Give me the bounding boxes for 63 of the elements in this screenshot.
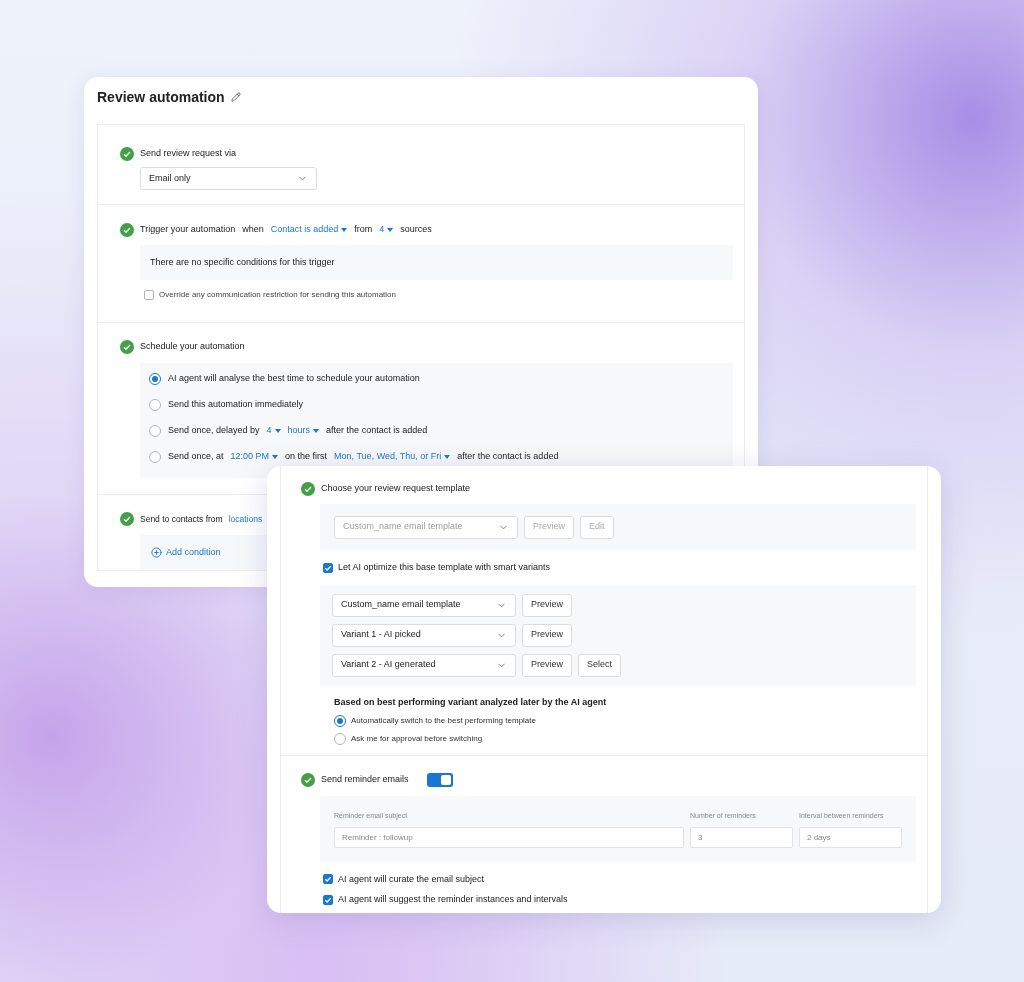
caret-icon bbox=[387, 228, 394, 232]
card-title: Review automation bbox=[97, 87, 225, 107]
radio-button[interactable] bbox=[149, 451, 161, 463]
checkbox-label: AI agent will suggest the reminder instances and intervals bbox=[338, 893, 568, 906]
radio-button[interactable] bbox=[149, 373, 161, 385]
step-title: Trigger your automation bbox=[140, 223, 236, 237]
trigger-note: There are no specific conditions for this trigger bbox=[150, 255, 335, 269]
checkbox[interactable] bbox=[144, 290, 154, 300]
caret-icon bbox=[272, 455, 279, 459]
option-text: Send this automation immediately bbox=[168, 398, 304, 412]
step-title: Schedule your automation bbox=[140, 340, 245, 354]
radio-button[interactable] bbox=[149, 399, 161, 411]
option-text: Automatically switch to the best performing template bbox=[351, 715, 536, 727]
plus-circle-icon bbox=[151, 547, 162, 558]
locations-link[interactable]: locations bbox=[228, 512, 263, 526]
select-dropdown[interactable]: Custom_name email template bbox=[332, 593, 516, 617]
input-field[interactable]: 3 bbox=[690, 826, 793, 848]
step-title: Send to contacts from bbox=[140, 512, 223, 526]
step-title: Send reminder emails bbox=[321, 773, 409, 787]
caret-icon bbox=[313, 429, 320, 433]
option-text: after the contact is added bbox=[326, 424, 428, 438]
inline-dropdown[interactable]: Contact is added bbox=[270, 223, 348, 237]
toggle-switch[interactable] bbox=[426, 773, 453, 787]
checkbox[interactable] bbox=[323, 562, 333, 573]
checkbox-label: AI agent will curate the email subject bbox=[338, 872, 485, 886]
step-title: when bbox=[242, 223, 264, 237]
action-button[interactable]: Preview bbox=[522, 653, 572, 677]
inline-dropdown[interactable]: Mon, Tue, Wed, Thu, or Fri bbox=[334, 450, 451, 464]
action-button[interactable]: Select bbox=[578, 653, 622, 677]
option-text: Send once, delayed by bbox=[168, 424, 260, 438]
select-dropdown[interactable]: Email only bbox=[140, 167, 317, 190]
section-subtitle: Based on best performing variant analyzed later by the AI agent bbox=[334, 695, 608, 709]
caret-icon bbox=[341, 228, 348, 232]
step-title: Send review request via bbox=[140, 147, 237, 161]
input-field[interactable]: 2 days bbox=[799, 826, 902, 848]
action-button[interactable]: Preview bbox=[522, 593, 572, 617]
radio-button[interactable] bbox=[149, 425, 161, 437]
input-field[interactable]: Reminder : followup bbox=[334, 826, 684, 848]
inline-dropdown[interactable]: 4 bbox=[266, 424, 281, 438]
caret-icon bbox=[444, 455, 451, 459]
select-dropdown[interactable]: Variant 2 - AI generated bbox=[332, 653, 516, 677]
edit-icon[interactable] bbox=[230, 92, 241, 102]
select-dropdown[interactable]: Variant 1 - AI picked bbox=[332, 623, 516, 647]
add-condition-button[interactable]: Add condition bbox=[151, 545, 221, 560]
inline-dropdown[interactable]: hours bbox=[287, 424, 320, 438]
inline-dropdown[interactable]: 4 bbox=[379, 223, 394, 237]
checkbox-label: Override any communication restriction for sending this automation bbox=[159, 289, 396, 301]
caret-icon bbox=[274, 429, 281, 433]
radio-button[interactable] bbox=[334, 715, 346, 727]
inline-dropdown[interactable]: 12:00 PM bbox=[230, 450, 279, 464]
checkbox[interactable] bbox=[323, 874, 333, 885]
step-title: from bbox=[354, 223, 373, 237]
radio-button[interactable] bbox=[334, 733, 346, 745]
checkbox-label: Let AI optimize this base template with smart variants bbox=[338, 561, 551, 574]
option-text: after the contact is added bbox=[457, 450, 559, 464]
option-text: Send once, at bbox=[168, 450, 224, 464]
option-text: on the first bbox=[285, 450, 328, 464]
action-button[interactable]: Preview bbox=[522, 623, 572, 647]
step-title: Choose your review request template bbox=[321, 482, 471, 496]
option-text: AI agent will analyse the best time to schedule your automation bbox=[168, 372, 420, 386]
option-text: Ask me for approval before switching bbox=[351, 733, 483, 745]
step-title: sources bbox=[400, 223, 432, 237]
checkbox[interactable] bbox=[323, 894, 333, 905]
